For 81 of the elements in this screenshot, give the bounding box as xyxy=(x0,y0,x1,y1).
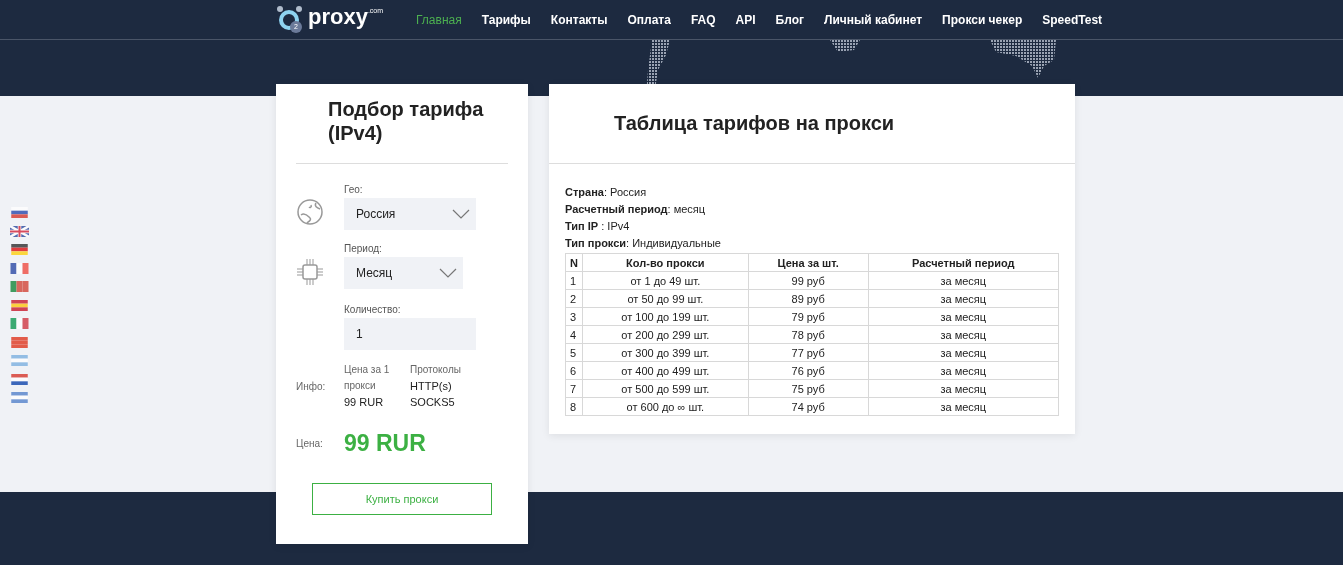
flag-icon[interactable] xyxy=(10,244,29,255)
table-cell: за месяц xyxy=(868,361,1059,380)
table-cell: от 600 до ∞ шт. xyxy=(582,397,749,416)
table-cell: от 200 до 299 шт. xyxy=(582,325,749,344)
table-cell: за месяц xyxy=(868,343,1059,362)
flag-icon[interactable] xyxy=(10,373,29,385)
flag-icon[interactable] xyxy=(10,299,29,311)
period-select[interactable]: Месяц xyxy=(344,257,463,289)
table-cell: 75 руб xyxy=(748,379,869,398)
table-cell: за месяц xyxy=(868,307,1059,326)
price-value: 99 RUR xyxy=(344,395,385,410)
table-cell: 5 xyxy=(565,343,583,362)
table-cell: 3 xyxy=(565,307,583,326)
table-cell: 8 xyxy=(565,397,583,416)
field-label: Количество: xyxy=(344,304,402,315)
field-label: Период: xyxy=(344,243,383,254)
table-cell: 6 xyxy=(565,361,583,380)
globe-icon xyxy=(296,198,324,226)
table-cell: 1 xyxy=(565,271,583,290)
detail-line: Тип прокси: Индивидуальные xyxy=(565,236,722,251)
table-cell: от 1 до 49 шт. xyxy=(582,271,749,290)
field-label: Гео: xyxy=(344,184,364,195)
flag-icon[interactable] xyxy=(10,318,29,329)
flag-icon[interactable] xyxy=(10,225,29,237)
nav-link[interactable]: Тарифы xyxy=(471,12,541,27)
table-cell: 79 руб xyxy=(748,307,869,326)
nav-link[interactable]: Прокси чекер xyxy=(932,12,1033,27)
table-cell: от 50 до 99 шт. xyxy=(582,289,749,308)
card-title: Таблица тарифов на прокси xyxy=(613,111,896,136)
logo-text[interactable]: proxy xyxy=(308,4,368,29)
column-header: Цена за шт. xyxy=(748,253,869,272)
table-cell: от 100 до 199 шт. xyxy=(582,307,749,326)
flag-icon[interactable] xyxy=(10,392,29,403)
detail-line: Тип IP : IPv4 xyxy=(565,219,631,234)
table-cell: 7 xyxy=(565,379,583,398)
nav-link[interactable]: Контакты xyxy=(540,12,618,27)
column-header: N xyxy=(565,253,583,272)
nav-link[interactable]: Оплата xyxy=(617,12,681,27)
nav-link[interactable]: Главная xyxy=(406,12,472,27)
protocol-value: SOCKS5 xyxy=(410,395,456,410)
column-header: Кол-во прокси xyxy=(582,253,749,272)
table-cell: 99 руб xyxy=(748,271,869,290)
nav-link[interactable]: API xyxy=(725,12,766,27)
table-cell: 78 руб xyxy=(748,325,869,344)
card-title: Подбор тарифа (IPv4) xyxy=(328,97,485,145)
nav-link[interactable]: Личный кабинет xyxy=(814,12,933,27)
detail-line: Расчетный период: месяц xyxy=(565,202,707,217)
table-cell: за месяц xyxy=(868,397,1059,416)
logo-icon xyxy=(276,4,302,31)
geo-select[interactable]: Россия xyxy=(344,198,476,230)
price-label: Цена за 1 прокси xyxy=(344,363,391,393)
chevron-down-icon xyxy=(439,268,457,278)
chevron-down-icon xyxy=(452,209,470,219)
quantity-field[interactable]: 1 xyxy=(344,318,476,350)
chip-icon xyxy=(296,257,324,287)
total-price: 99 RUR xyxy=(344,430,426,457)
protocols-label: Протоколы xyxy=(410,363,462,377)
info-label: Инфо: xyxy=(296,380,327,392)
table-cell: от 500 до 599 шт. xyxy=(582,379,749,398)
table-cell: за месяц xyxy=(868,271,1059,290)
nav-link[interactable]: SpeedTest xyxy=(1032,12,1113,27)
nav-link[interactable]: FAQ xyxy=(680,12,726,27)
table-cell: от 300 до 399 шт. xyxy=(582,343,749,362)
table-cell: за месяц xyxy=(868,325,1059,344)
table-cell: за месяц xyxy=(868,379,1059,398)
table-cell: за месяц xyxy=(868,289,1059,308)
flag-icon[interactable] xyxy=(10,262,29,274)
nav-link[interactable]: Блог xyxy=(765,12,814,27)
table-cell: от 400 до 499 шт. xyxy=(582,361,749,380)
column-header: Расчетный период xyxy=(868,253,1059,272)
flag-icon[interactable] xyxy=(10,207,29,218)
table-cell: 74 руб xyxy=(748,397,869,416)
flag-icon[interactable] xyxy=(10,336,29,348)
protocol-value: HTTP(s) xyxy=(410,379,453,394)
table-cell: 4 xyxy=(565,325,583,344)
total-label: Цена: xyxy=(296,438,324,449)
detail-line: Страна: Россия xyxy=(565,185,648,200)
table-cell: 2 xyxy=(565,289,583,308)
table-cell: 89 руб xyxy=(748,289,869,308)
table-cell: 76 руб xyxy=(748,361,869,380)
table-cell: 77 руб xyxy=(748,343,869,362)
